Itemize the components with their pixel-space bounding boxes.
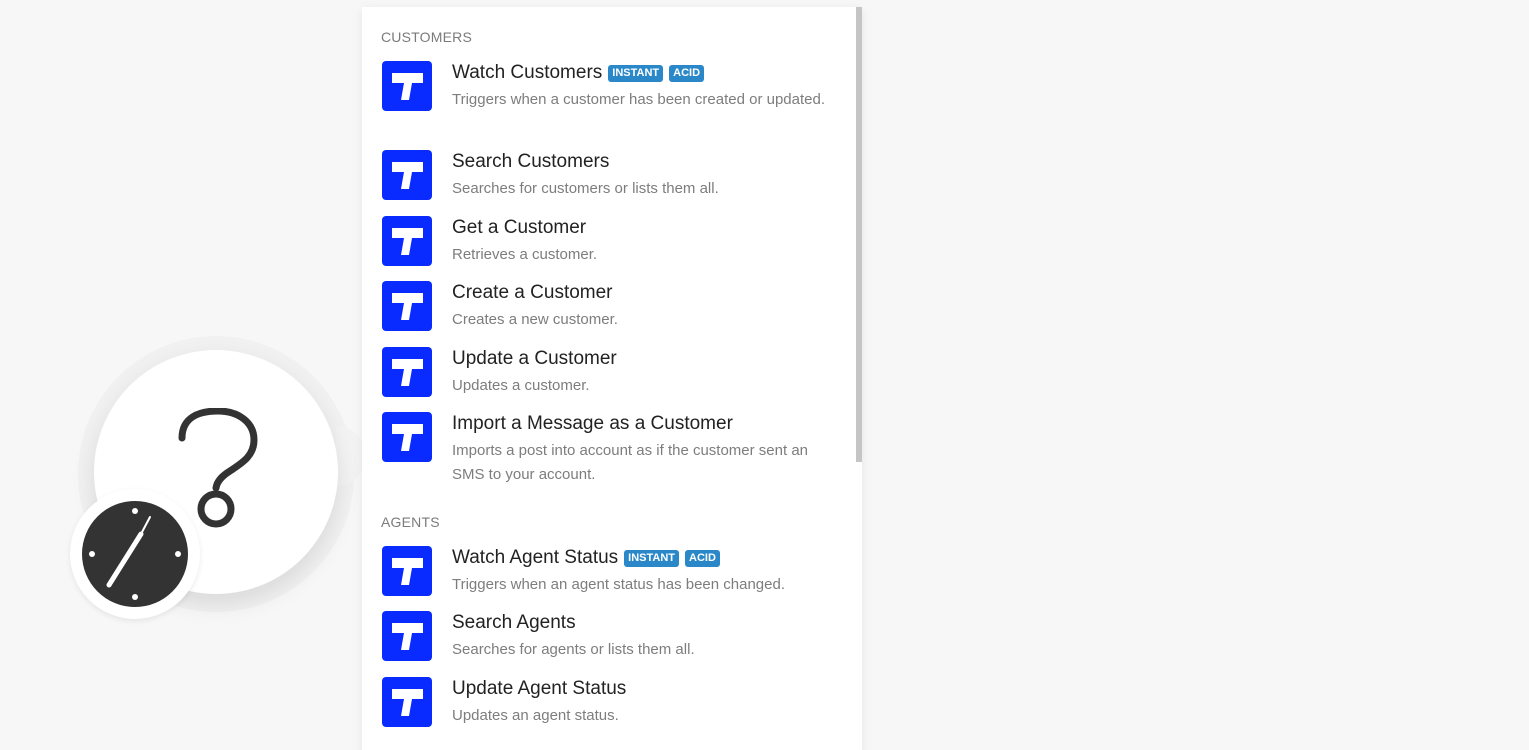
module-item-get-customer[interactable]: Get a Customer Retrieves a customer. — [382, 216, 842, 270]
section-title-agents: AGENTS — [381, 514, 440, 530]
app-t-logo-icon — [382, 150, 432, 200]
item-description: Imports a post into account as if the cu… — [452, 442, 809, 483]
scenario-canvas: CUSTOMERS Watch Customers INSTANT ACID T… — [0, 0, 1529, 750]
instant-badge: INSTANT — [624, 549, 680, 567]
clock-icon — [82, 501, 188, 607]
app-t-logo-icon — [382, 347, 432, 397]
app-t-logo-icon — [382, 546, 432, 596]
item-description: Retrieves a customer. — [452, 246, 598, 263]
section-title-customers: CUSTOMERS — [381, 29, 472, 45]
app-t-logo-icon — [382, 611, 432, 661]
app-t-logo-icon — [382, 61, 432, 111]
item-description: Triggers when an agent status has been c… — [452, 576, 786, 593]
module-item-import-message[interactable]: Import a Message as a Customer Imports a… — [382, 412, 842, 490]
item-title: Import a Message as a Customer — [452, 413, 733, 434]
item-title: Update Agent Status — [452, 678, 627, 699]
item-title: Search Agents — [452, 612, 576, 633]
acid-badge: ACID — [669, 64, 705, 82]
item-description: Updates a customer. — [452, 377, 590, 394]
module-item-create-customer[interactable]: Create a Customer Creates a new customer… — [382, 281, 842, 335]
instant-badge: INSTANT — [608, 64, 664, 82]
item-title: Get a Customer — [452, 217, 587, 238]
module-item-search-customers[interactable]: Search Customers Searches for customers … — [382, 150, 842, 204]
acid-badge: ACID — [685, 549, 720, 567]
module-item-watch-agent-status[interactable]: Watch Agent Status INSTANT ACID Triggers… — [382, 546, 842, 600]
item-title: Update a Customer — [452, 348, 617, 369]
item-description: Updates an agent status. — [452, 707, 619, 724]
scrollbar[interactable] — [856, 7, 862, 462]
item-title: Search Customers — [452, 151, 610, 172]
module-item-update-customer[interactable]: Update a Customer Updates a customer. — [382, 347, 842, 401]
app-t-logo-icon — [382, 412, 432, 462]
app-t-logo-icon — [382, 216, 432, 266]
item-description: Creates a new customer. — [452, 311, 618, 328]
item-title: Watch Agent Status — [452, 547, 619, 568]
item-title: Create a Customer — [452, 282, 613, 303]
app-t-logo-icon — [382, 677, 432, 727]
item-description: Searches for customers or lists them all… — [452, 180, 719, 197]
item-description: Searches for agents or lists them all. — [452, 641, 695, 658]
module-item-search-agents[interactable]: Search Agents Searches for agents or lis… — [382, 611, 842, 665]
item-title: Watch Customers — [452, 62, 603, 83]
module-item-update-agent-status[interactable]: Update Agent Status Updates an agent sta… — [382, 677, 842, 731]
module-item-watch-customers[interactable]: Watch Customers INSTANT ACID Triggers wh… — [382, 61, 842, 139]
app-t-logo-icon — [382, 281, 432, 331]
module-picker-panel[interactable]: CUSTOMERS Watch Customers INSTANT ACID T… — [362, 7, 862, 750]
item-description: Triggers when a customer has been create… — [452, 91, 825, 108]
